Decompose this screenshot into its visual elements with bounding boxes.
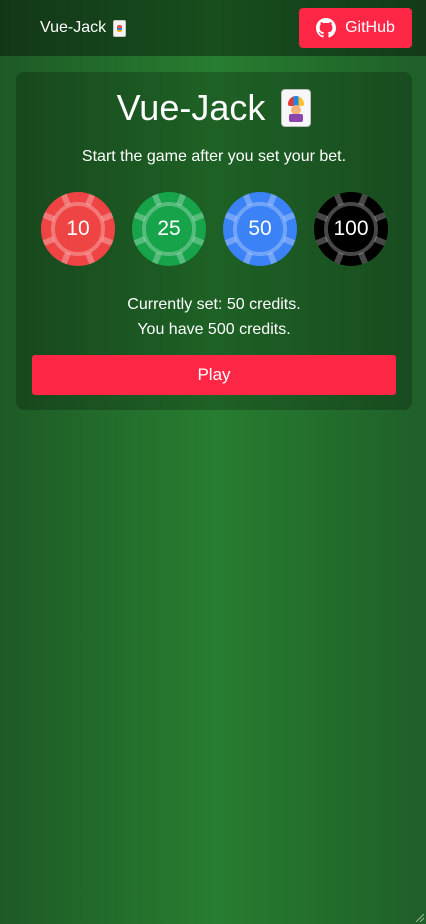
chip-100-label: 100 (333, 217, 369, 240)
game-title-text: Vue-Jack (116, 87, 266, 128)
chip-10-button[interactable]: 10 (40, 191, 116, 267)
brand-link[interactable]: Vue-Jack (40, 17, 127, 39)
github-icon (316, 18, 337, 38)
brand-name: Vue-Jack (40, 19, 107, 36)
current-bet-text: Currently set: 50 credits. (127, 296, 301, 313)
chip-50-label: 50 (248, 217, 272, 240)
chip-10-label: 10 (66, 217, 90, 240)
chip-50-button[interactable]: 50 (222, 191, 298, 267)
chip-25-label: 25 (157, 217, 181, 240)
top-navbar: Vue-Jack GitHub (0, 0, 426, 56)
github-button[interactable]: GitHub (299, 8, 412, 48)
chip-selector: 10 25 50 100 (16, 191, 412, 267)
game-title: Vue-Jack (16, 86, 412, 130)
chip-25-button[interactable]: 25 (131, 191, 207, 267)
bet-instructions: Start the game after you set your bet. (81, 148, 347, 165)
credit-balance-text: You have 500 credits. (137, 321, 291, 338)
bet-status: Currently set: 50 credits. You have 500 … (16, 292, 412, 342)
resize-grip-icon (415, 913, 424, 922)
joker-card-icon (113, 19, 127, 37)
github-label: GitHub (345, 19, 395, 36)
chip-100-button[interactable]: 100 (313, 191, 389, 267)
joker-card-icon (281, 89, 312, 127)
game-panel: Vue-Jack Start the game after you set yo… (16, 72, 412, 410)
play-button[interactable]: Play (32, 355, 396, 395)
